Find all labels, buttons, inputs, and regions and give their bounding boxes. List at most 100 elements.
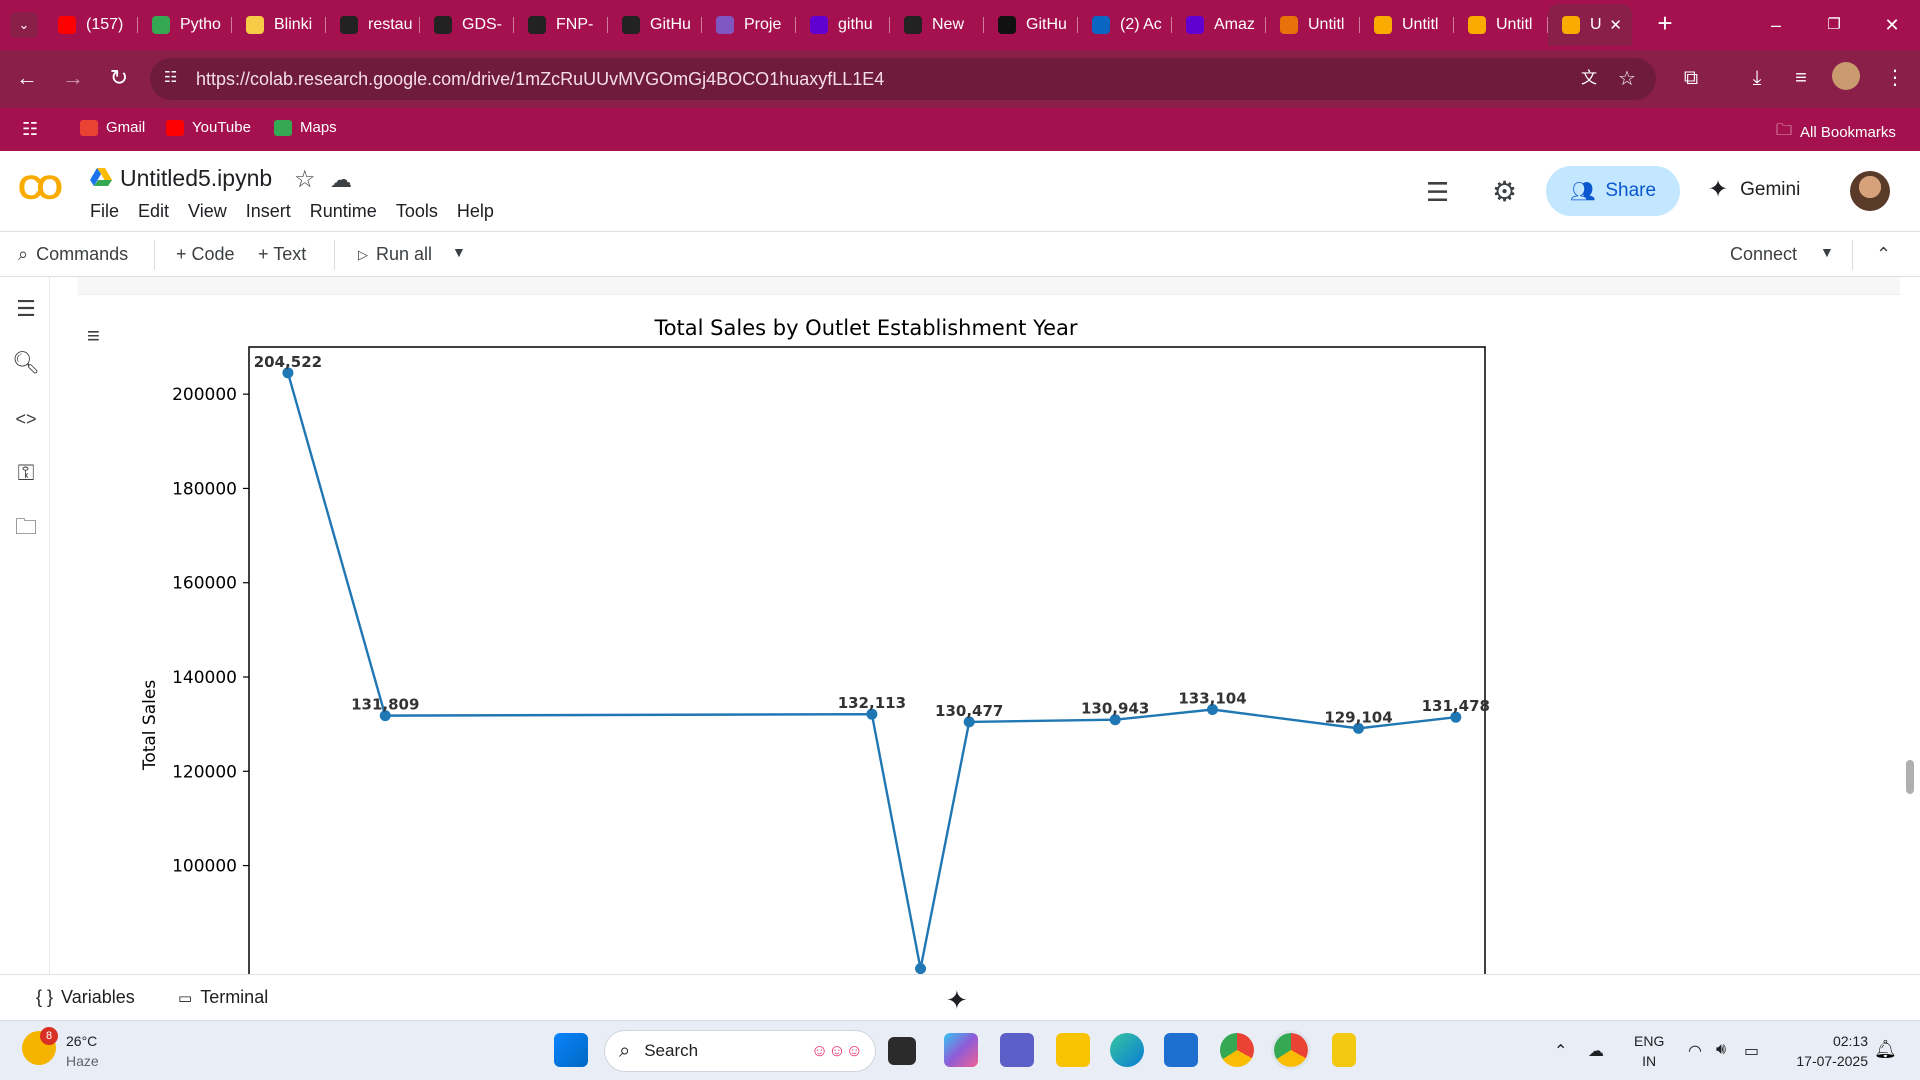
browser-tab[interactable]: Amaz xyxy=(1172,4,1266,46)
weather-widget[interactable]: 8 26°C Haze xyxy=(22,1027,99,1071)
collapse-header-icon[interactable]: ⌃ xyxy=(1876,244,1891,265)
browser-tab[interactable]: GitHu xyxy=(608,4,702,46)
user-avatar[interactable] xyxy=(1850,171,1890,211)
forward-icon[interactable]: → xyxy=(58,63,88,93)
reload-icon[interactable]: ↻ xyxy=(104,63,134,93)
run-all-button[interactable]: ▷ Run all xyxy=(358,244,432,265)
terminal-button[interactable]: ▭ Terminal xyxy=(178,987,268,1008)
share-button[interactable]: 👥︎ Share xyxy=(1546,166,1680,216)
restore-icon[interactable]: ❐ xyxy=(1814,10,1854,40)
tab-search-button[interactable]: ⌄ xyxy=(10,12,38,38)
tab-label: GDS- xyxy=(462,16,502,33)
code-snippets-icon[interactable]: <> xyxy=(12,405,40,433)
windows-start-icon[interactable] xyxy=(554,1033,588,1067)
notebook-title[interactable]: Untitled5.ipynb xyxy=(120,165,272,192)
url-bar[interactable]: ☷ https://colab.research.google.com/driv… xyxy=(150,58,1656,100)
wifi-icon[interactable]: ◠ xyxy=(1688,1041,1702,1061)
download-icon[interactable]: ⤓ xyxy=(1742,63,1772,93)
browser-tab[interactable]: Untitl xyxy=(1360,4,1454,46)
extensions-icon[interactable]: ⧉ xyxy=(1676,63,1706,93)
add-text-button[interactable]: + Text xyxy=(258,244,306,265)
browser-tab[interactable]: Blinki xyxy=(232,4,326,46)
menu-edit[interactable]: Edit xyxy=(138,201,169,222)
bookmark-youtube[interactable]: YouTube xyxy=(166,119,251,136)
bookmark-maps[interactable]: Maps xyxy=(274,119,337,136)
connect-dropdown-icon[interactable]: ▼ xyxy=(1820,244,1834,260)
browser-tab[interactable]: FNP- xyxy=(514,4,608,46)
scrollbar-thumb[interactable] xyxy=(1906,760,1914,794)
address-bar: ← → ↻ ☷ https://colab.research.google.co… xyxy=(0,50,1920,108)
menu-help[interactable]: Help xyxy=(457,201,494,222)
menu-tools[interactable]: Tools xyxy=(396,201,438,222)
apps-grid-icon[interactable]: ☷ xyxy=(22,119,38,140)
teams-icon[interactable] xyxy=(1000,1033,1034,1067)
browser-tab[interactable]: restau xyxy=(326,4,420,46)
drive-icon[interactable] xyxy=(90,167,112,187)
menu-view[interactable]: View xyxy=(188,201,227,222)
browser-tab[interactable]: Proje xyxy=(702,4,796,46)
settings-gear-icon[interactable]: ⚙ xyxy=(1492,175,1517,208)
volume-icon[interactable]: 🔊︎ xyxy=(1716,1041,1726,1059)
colab-header: CO Untitled5.ipynb ☆ ☁ File Edit View Inser… xyxy=(0,151,1920,231)
menu-file[interactable]: File xyxy=(90,201,119,222)
copilot-icon[interactable] xyxy=(944,1033,978,1067)
back-icon[interactable]: ← xyxy=(12,63,42,93)
browser-tab[interactable]: Untitl xyxy=(1454,4,1548,46)
browser-tab[interactable]: New xyxy=(890,4,984,46)
star-icon[interactable]: ☆ xyxy=(294,165,316,194)
profile-avatar[interactable] xyxy=(1832,62,1860,90)
chrome-icon[interactable] xyxy=(1220,1033,1254,1067)
close-window-icon[interactable]: ✕ xyxy=(1872,10,1912,40)
browser-tab[interactable]: Untitl xyxy=(1266,4,1360,46)
bookmark-gmail[interactable]: Gmail xyxy=(80,119,145,136)
menu-runtime[interactable]: Runtime xyxy=(310,201,377,222)
colab-logo[interactable]: CO xyxy=(18,169,63,208)
onedrive-icon[interactable]: ☁ xyxy=(1588,1041,1604,1061)
series-line xyxy=(286,372,1456,969)
site-info-icon[interactable]: ☷ xyxy=(164,68,186,90)
connect-button[interactable]: Connect xyxy=(1730,244,1797,265)
show-hidden-icons-chevron[interactable]: ⌃ xyxy=(1554,1041,1567,1061)
battery-icon[interactable]: ▭ xyxy=(1744,1041,1759,1061)
run-all-dropdown-icon[interactable]: ▼ xyxy=(452,244,466,260)
browser-menu-icon[interactable]: ⋮ xyxy=(1880,63,1910,93)
new-tab-button[interactable]: + xyxy=(1650,8,1680,40)
browser-tab[interactable]: Pytho xyxy=(138,4,232,46)
browser-tab[interactable]: githu xyxy=(796,4,890,46)
taskbar-search[interactable]: ⌕ Search ☺☺☺ xyxy=(604,1030,876,1072)
clock[interactable]: 02:13 17-07-2025 xyxy=(1788,1031,1868,1071)
close-tab-icon[interactable]: ✕ xyxy=(1609,16,1622,34)
power-bi-icon[interactable] xyxy=(1332,1033,1356,1067)
translate-icon[interactable]: 文 xyxy=(1576,66,1602,92)
chrome-profile-icon[interactable] xyxy=(1271,1030,1311,1070)
browser-tab[interactable]: GitHu xyxy=(984,4,1078,46)
gemini-button[interactable]: ✦ Gemini xyxy=(1708,175,1800,204)
notification-bell-icon[interactable]: 🔔︎ xyxy=(1874,1039,1897,1060)
find-replace-icon[interactable]: 🔍︎ xyxy=(12,349,40,377)
gemini-sparkle-icon[interactable]: ✦ xyxy=(946,985,968,1016)
add-code-button[interactable]: + Code xyxy=(176,244,235,265)
edge-icon[interactable] xyxy=(1110,1033,1144,1067)
browser-tab[interactable]: U ✕ xyxy=(1548,4,1632,46)
browser-tab[interactable]: (2) Ac xyxy=(1078,4,1172,46)
bookmark-star-icon[interactable]: ☆ xyxy=(1614,66,1640,92)
minimize-icon[interactable]: – xyxy=(1756,10,1796,40)
language-indicator[interactable]: ENG IN xyxy=(1634,1031,1664,1071)
all-bookmarks[interactable]: 🗀 All Bookmarks xyxy=(1776,119,1896,146)
cloud-save-icon[interactable]: ☁ xyxy=(330,167,352,193)
browser-tab[interactable]: (157) xyxy=(44,4,138,46)
table-of-contents-icon[interactable]: ☰ xyxy=(12,295,40,323)
comment-icon[interactable]: ☰ xyxy=(1426,177,1449,208)
file-explorer-icon[interactable] xyxy=(1056,1033,1090,1067)
all-bookmarks-label: All Bookmarks xyxy=(1800,124,1896,141)
task-view-icon[interactable] xyxy=(888,1037,916,1065)
microsoft-store-icon[interactable] xyxy=(1164,1033,1198,1067)
commands-button[interactable]: ⌕ Commands xyxy=(18,244,128,265)
browser-tab[interactable]: GDS- xyxy=(420,4,514,46)
menu-insert[interactable]: Insert xyxy=(246,201,291,222)
media-control-icon[interactable]: ≡ xyxy=(1786,63,1816,93)
variables-button[interactable]: { } Variables xyxy=(36,987,135,1008)
weather-temp: 26°C xyxy=(66,1033,98,1049)
files-folder-icon[interactable]: 🗀 xyxy=(12,513,40,541)
secrets-key-icon[interactable]: ⚿ xyxy=(12,459,40,487)
